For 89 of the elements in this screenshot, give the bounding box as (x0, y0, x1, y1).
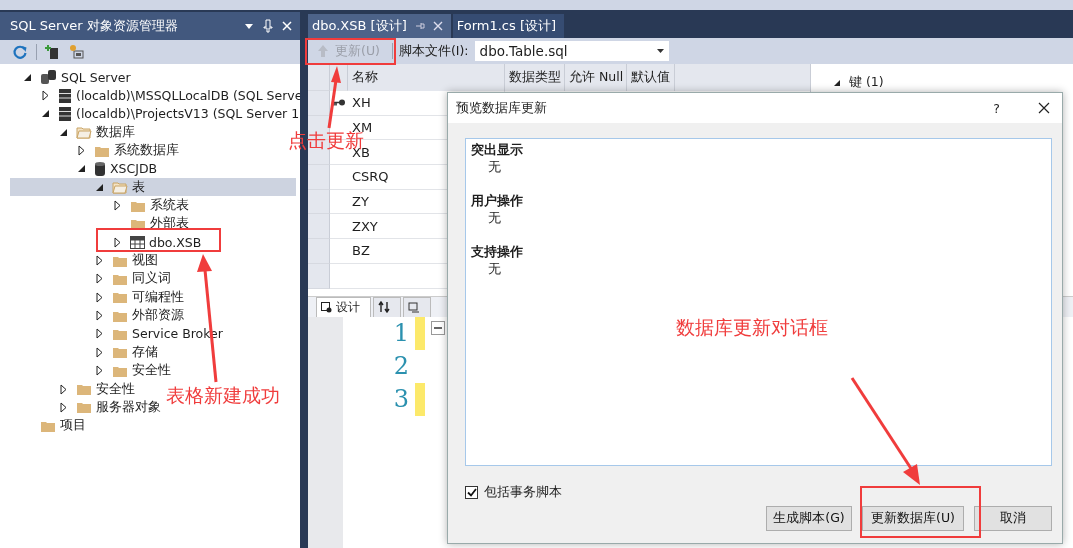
folder-icon (112, 290, 128, 305)
collapsed-icon[interactable] (95, 291, 103, 303)
script-file-label: 脚本文件(I): (398, 42, 469, 60)
collapsed-icon[interactable] (113, 236, 121, 248)
folder-icon (112, 345, 128, 360)
dialog-button[interactable]: 更新数据库(U) (862, 506, 964, 531)
collapsed-icon[interactable] (95, 273, 103, 285)
column-header[interactable]: 数据类型 (505, 64, 565, 91)
collapsed-icon[interactable] (41, 90, 49, 101)
view-tab[interactable]: 设计 (316, 296, 371, 317)
keys-header[interactable]: 键 (1) (833, 74, 1073, 91)
checkbox-label: 包括事务脚本 (484, 484, 562, 501)
check-icon (466, 488, 477, 497)
annotation-label: 表格新建成功 (166, 386, 280, 405)
collapsed-icon[interactable] (95, 310, 103, 322)
document-tab[interactable]: Form1.cs [设计] (452, 14, 565, 38)
open-folder-icon (76, 125, 92, 140)
tree-item[interactable]: SQL Server (22, 68, 131, 87)
view-tab[interactable] (373, 296, 401, 317)
annotation-label: 数据库更新对话框 (676, 318, 828, 337)
document-tab[interactable]: dbo.XSB [设计] (308, 14, 451, 38)
tree-item[interactable]: 外部资源 (94, 306, 184, 325)
line-number: 2 (392, 352, 410, 380)
expanded-icon[interactable] (94, 182, 104, 192)
section-value: 无 (487, 261, 502, 278)
folder-icon (76, 400, 92, 415)
selected-tree-item[interactable]: 表 (10, 178, 296, 197)
tree-item[interactable]: 系统数据库 (76, 141, 179, 160)
dropdown-icon[interactable] (244, 22, 254, 30)
close-icon[interactable] (1038, 102, 1050, 114)
database-icon (94, 160, 106, 177)
tree-item[interactable]: 存储 (94, 343, 158, 362)
tree-item[interactable]: 可编程性 (94, 288, 184, 307)
panel-title: SQL Server 对象资源管理器 (10, 17, 179, 35)
tree-item[interactable]: dbo.XSB (112, 233, 202, 252)
tree-item[interactable]: 外部表 (112, 214, 189, 234)
filter-icon[interactable] (69, 44, 85, 60)
design-icon (321, 301, 332, 313)
refresh-icon[interactable] (12, 44, 28, 60)
expanded-icon[interactable] (40, 109, 50, 119)
open-folder-icon (112, 180, 128, 195)
dropdown-icon (656, 49, 664, 53)
collapsed-icon[interactable] (95, 328, 103, 340)
tree-item[interactable]: 安全性 (58, 379, 135, 399)
add-server-icon[interactable] (45, 44, 61, 60)
column-header[interactable]: 默认值 (627, 64, 675, 91)
line-number: 1 (392, 319, 410, 347)
tree-item[interactable]: (localdb)\ProjectsV13 (SQL Server 1 (40, 104, 300, 124)
pin-icon[interactable] (414, 21, 425, 31)
tree-item[interactable]: 安全性 (94, 361, 171, 380)
column-header[interactable]: 允许 Null (565, 64, 627, 91)
up-arrow-icon (317, 44, 329, 58)
folder-icon (76, 382, 92, 396)
dialog-button[interactable]: 取消 (974, 506, 1052, 531)
expanded-icon[interactable] (58, 127, 68, 137)
annotation-arrow (327, 66, 341, 129)
key-icon (332, 99, 346, 107)
dialog-button[interactable]: 生成脚本(G) (766, 506, 852, 531)
collapsed-icon[interactable] (59, 383, 67, 395)
table-icon (130, 235, 145, 249)
collapsed-icon[interactable] (113, 200, 121, 212)
tree-item[interactable]: 数据库 (58, 123, 135, 142)
tree-item[interactable]: 项目 (22, 416, 86, 435)
expanded-icon[interactable] (22, 72, 32, 82)
script-file-dropdown[interactable]: dbo.Table.sql (474, 41, 669, 61)
swap-icon (378, 301, 390, 313)
collapsed-icon[interactable] (77, 145, 85, 157)
tree-item[interactable]: 视图 (94, 251, 158, 270)
column-header[interactable]: 名称 (348, 64, 505, 91)
tree-item[interactable]: 同义词 (94, 269, 171, 289)
script-icon (408, 301, 420, 313)
collapse-icon[interactable] (431, 320, 445, 335)
tree-item[interactable]: XSCJDB (76, 159, 158, 179)
folder-icon (112, 327, 128, 341)
line-number: 3 (392, 385, 410, 413)
checkbox[interactable] (465, 486, 478, 499)
servers-icon (40, 69, 57, 86)
expanded-icon (833, 78, 841, 87)
collapsed-icon[interactable] (95, 255, 103, 267)
server-icon (58, 105, 72, 122)
collapsed-icon[interactable] (95, 365, 103, 377)
server-icon (58, 87, 72, 104)
column-header[interactable] (308, 64, 330, 91)
help-button[interactable]: ? (993, 100, 1000, 116)
tree-item[interactable]: 系统表 (112, 196, 189, 215)
tree-item[interactable]: 服务器对象 (58, 398, 161, 417)
expanded-icon[interactable] (76, 164, 86, 174)
collapsed-icon[interactable] (59, 401, 67, 413)
collapsed-icon[interactable] (95, 346, 103, 358)
